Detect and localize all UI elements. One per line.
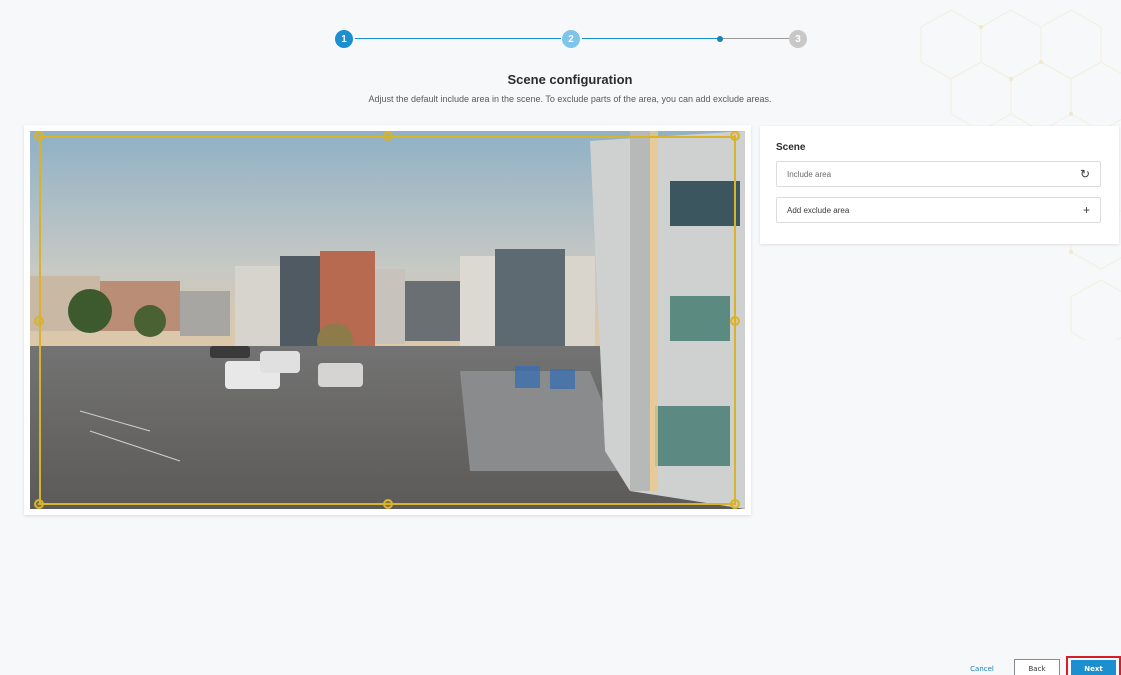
wizard-page: 1 2 3 Scene configuration Adjust the def… xyxy=(0,0,1121,675)
step-1-indicator: 1 xyxy=(335,30,353,48)
scene-panel-title: Scene xyxy=(776,142,806,153)
add-exclude-area-button[interactable]: Add exclude area + xyxy=(776,197,1101,223)
include-area-item[interactable]: Include area ↻ xyxy=(776,161,1101,187)
next-button-highlight: Next xyxy=(1066,656,1121,675)
reset-icon[interactable]: ↻ xyxy=(1080,168,1090,180)
step-3-indicator: 3 xyxy=(789,30,807,48)
page-subtitle: Adjust the default include area in the s… xyxy=(368,94,772,104)
include-area-label: Include area xyxy=(787,169,832,179)
include-area-handle-middle-right[interactable] xyxy=(730,316,740,326)
next-button[interactable]: Next xyxy=(1071,660,1116,675)
include-area-handle-bottom-left[interactable] xyxy=(34,499,44,509)
include-area-handle-bottom-middle[interactable] xyxy=(383,499,393,509)
include-area-handle-top-left[interactable] xyxy=(34,131,44,141)
step-2-number: 2 xyxy=(568,33,574,45)
add-exclude-area-label: Add exclude area xyxy=(787,205,850,215)
include-area-handle-bottom-right[interactable] xyxy=(730,499,740,509)
step-progress-marker xyxy=(717,36,723,42)
scene-panel: Scene Include area ↻ Add exclude area + xyxy=(760,126,1119,244)
page-title: Scene configuration xyxy=(507,72,633,87)
step-3-number: 3 xyxy=(795,33,801,45)
wizard-stepper: 1 2 3 xyxy=(333,28,813,50)
step-connector-2-remaining xyxy=(723,38,789,39)
plus-icon[interactable]: + xyxy=(1083,204,1090,216)
include-area-handle-middle-left[interactable] xyxy=(34,316,44,326)
include-area-frame[interactable] xyxy=(39,136,736,505)
cancel-button[interactable]: Cancel xyxy=(962,659,1002,675)
step-connector-1 xyxy=(355,38,561,39)
step-2-indicator: 2 xyxy=(562,30,580,48)
include-area-handle-top-middle[interactable] xyxy=(383,131,393,141)
back-button[interactable]: Back xyxy=(1014,659,1060,675)
camera-live-view[interactable] xyxy=(30,131,745,509)
include-area-handle-top-right[interactable] xyxy=(730,131,740,141)
camera-preview-card xyxy=(24,125,751,515)
step-1-number: 1 xyxy=(341,33,347,45)
step-connector-2-progress xyxy=(582,38,718,39)
